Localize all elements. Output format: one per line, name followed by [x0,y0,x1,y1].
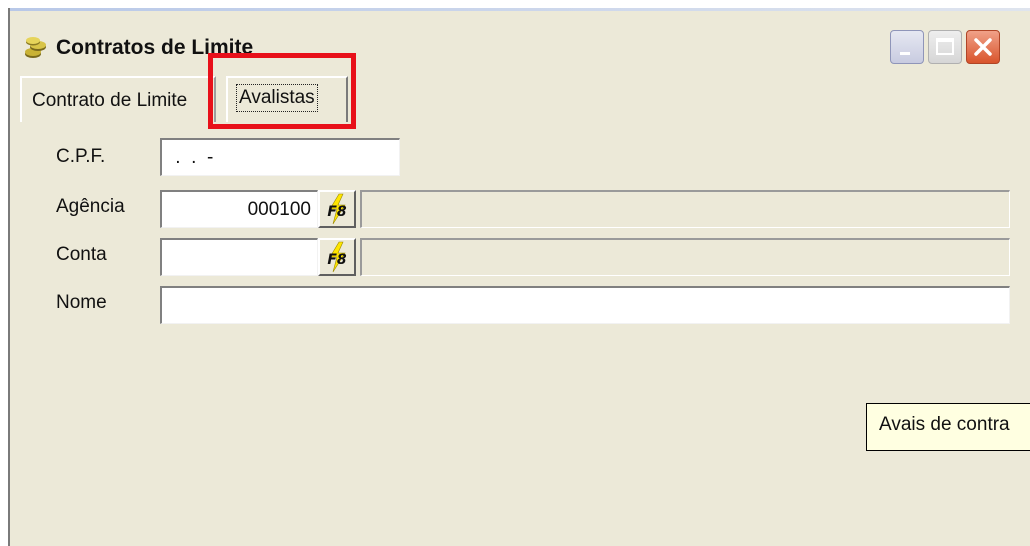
cpf-label: C.P.F. [56,146,106,167]
conta-description-field [360,238,1010,276]
main-window: Contratos de Limite Contrato de Limite A… [8,8,1030,546]
nome-label: Nome [56,292,107,313]
tooltip: Avais de contra [866,403,1030,451]
coins-icon [24,36,48,60]
annotation-highlight-box [208,53,356,129]
tab-contrato-de-limite[interactable]: Contrato de Limite [20,76,216,122]
conta-lookup-label: F8 [327,252,347,268]
nome-field[interactable] [160,286,1010,324]
maximize-button [928,30,962,64]
agencia-field[interactable]: 000100 [160,190,318,228]
agencia-label: Agência [56,196,125,217]
conta-field[interactable] [160,238,318,276]
minimize-button[interactable] [890,30,924,64]
agencia-lookup-label: F8 [327,204,347,220]
conta-lookup-button[interactable]: F8 [318,238,356,276]
cpf-field[interactable]: . . - [160,138,400,176]
title-bar[interactable]: Contratos de Limite [10,8,1030,66]
cpf-value: . . - [170,147,214,168]
agencia-value: 000100 [247,199,311,220]
agencia-description-field [360,190,1010,228]
agencia-lookup-button[interactable]: F8 [318,190,356,228]
title-bar-accent [10,8,1030,11]
conta-label: Conta [56,244,107,265]
tab-label: Contrato de Limite [32,90,188,111]
tooltip-text: Avais de contra [879,414,1010,435]
close-button[interactable] [966,30,1000,64]
